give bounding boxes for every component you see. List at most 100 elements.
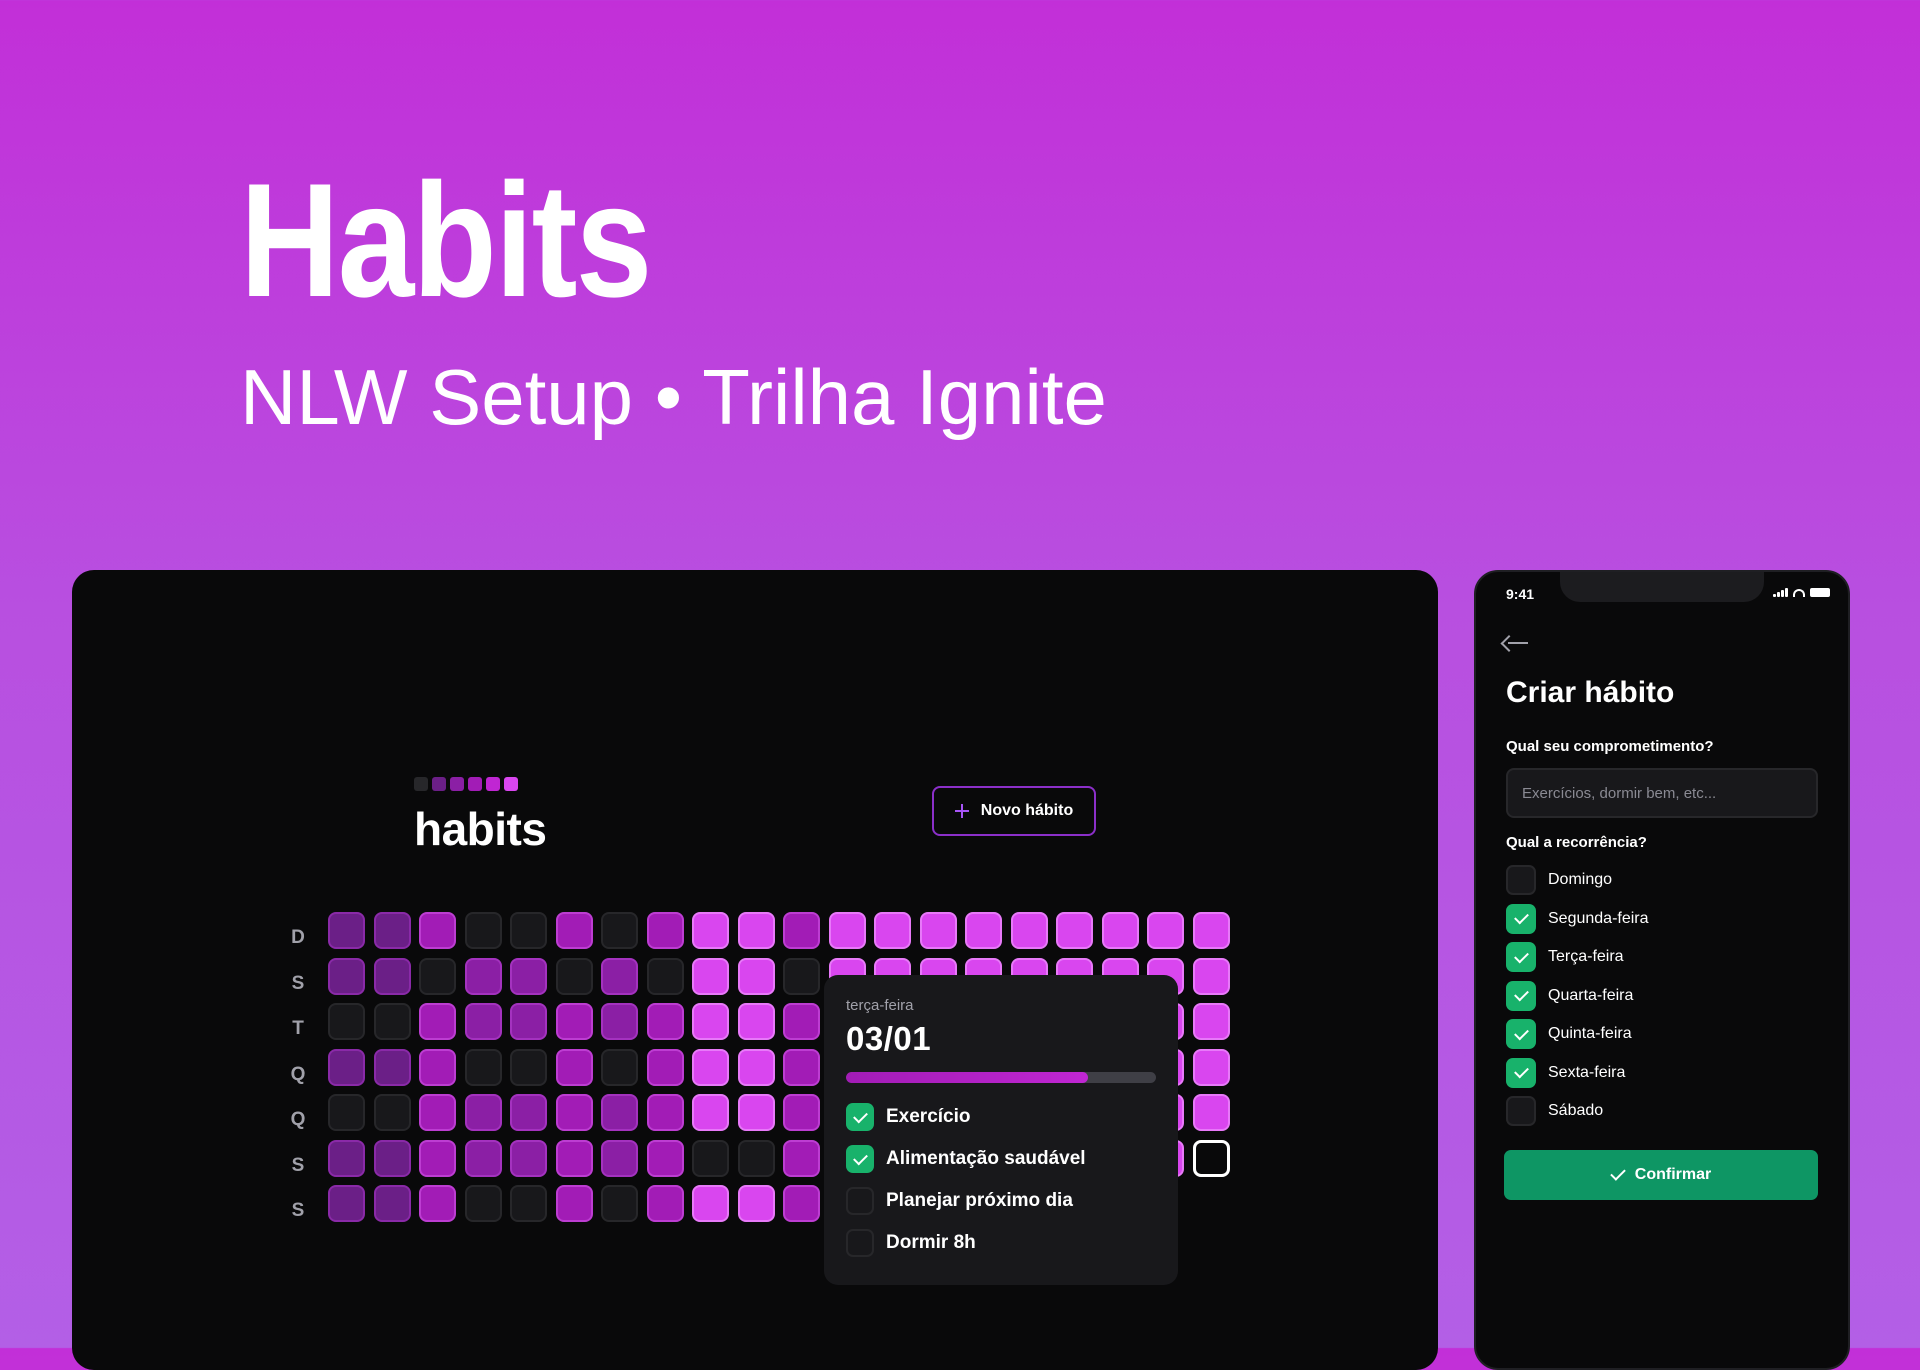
day-cell[interactable] xyxy=(737,1003,775,1040)
day-cell[interactable] xyxy=(737,1048,775,1086)
day-cell[interactable] xyxy=(419,1048,456,1086)
popover-habit-item[interactable]: Dormir 8h xyxy=(846,1229,1156,1257)
day-cell[interactable] xyxy=(965,912,1002,949)
day-cell[interactable] xyxy=(737,1139,775,1177)
day-cell[interactable] xyxy=(783,1048,820,1086)
day-cell[interactable] xyxy=(601,957,638,995)
weekday-checkbox[interactable] xyxy=(1506,1057,1536,1088)
day-cell[interactable] xyxy=(601,1185,638,1222)
day-cell[interactable] xyxy=(419,1139,456,1177)
day-cell[interactable] xyxy=(919,912,957,949)
day-cell[interactable] xyxy=(646,1003,684,1040)
day-cell[interactable] xyxy=(692,1185,729,1222)
weekday-checkbox[interactable] xyxy=(1506,865,1536,895)
day-cell[interactable] xyxy=(692,1094,729,1131)
day-cell[interactable] xyxy=(510,1048,547,1086)
day-cell[interactable] xyxy=(783,1139,820,1177)
day-cell[interactable] xyxy=(328,1185,365,1222)
day-cell[interactable] xyxy=(464,957,502,995)
day-cell[interactable] xyxy=(737,912,775,949)
day-cell[interactable] xyxy=(328,1139,365,1177)
day-cell[interactable] xyxy=(737,1094,775,1131)
day-cell[interactable] xyxy=(464,1048,502,1086)
back-arrow-icon[interactable] xyxy=(1500,634,1530,652)
day-cell[interactable] xyxy=(783,1003,820,1040)
day-cell[interactable] xyxy=(646,1139,684,1177)
day-cell[interactable] xyxy=(419,1094,456,1131)
day-cell[interactable] xyxy=(373,1139,411,1177)
day-cell[interactable] xyxy=(328,1003,365,1040)
day-cell[interactable] xyxy=(419,1185,456,1222)
day-cell[interactable] xyxy=(601,1139,638,1177)
day-cell[interactable] xyxy=(419,1003,456,1040)
day-cell[interactable] xyxy=(1192,1003,1230,1040)
day-cell[interactable] xyxy=(601,1048,638,1086)
weekday-option[interactable]: Domingo xyxy=(1506,865,1612,895)
day-cell[interactable] xyxy=(783,957,820,995)
day-cell[interactable] xyxy=(692,1139,729,1177)
day-cell[interactable] xyxy=(1192,957,1230,995)
day-cell[interactable] xyxy=(510,1185,547,1222)
day-cell[interactable] xyxy=(737,957,775,995)
day-cell[interactable] xyxy=(828,912,866,949)
day-cell[interactable] xyxy=(646,1094,684,1131)
day-cell[interactable] xyxy=(510,912,547,949)
day-cell[interactable] xyxy=(328,1094,365,1131)
day-cell[interactable] xyxy=(464,1094,502,1131)
weekday-option[interactable]: Quarta-feira xyxy=(1506,980,1633,1011)
day-cell[interactable] xyxy=(601,1094,638,1131)
weekday-checkbox[interactable] xyxy=(1506,1019,1536,1049)
day-cell[interactable] xyxy=(1101,912,1139,949)
day-cell[interactable] xyxy=(328,1048,365,1086)
day-cell[interactable] xyxy=(646,957,684,995)
day-cell[interactable] xyxy=(510,1139,547,1177)
day-cell[interactable] xyxy=(601,912,638,949)
day-cell[interactable] xyxy=(464,912,502,949)
day-cell[interactable] xyxy=(646,1185,684,1222)
habit-checkbox[interactable] xyxy=(846,1103,874,1131)
day-cell[interactable] xyxy=(1192,912,1230,949)
weekday-checkbox[interactable] xyxy=(1506,980,1536,1011)
day-cell[interactable] xyxy=(328,912,365,949)
day-cell[interactable] xyxy=(601,1003,638,1040)
day-cell[interactable] xyxy=(646,912,684,949)
day-cell[interactable] xyxy=(737,1185,775,1222)
day-cell[interactable] xyxy=(555,1139,593,1177)
day-cell[interactable] xyxy=(783,1094,820,1131)
day-cell[interactable] xyxy=(1147,912,1184,949)
day-cell[interactable] xyxy=(783,1185,820,1222)
day-cell[interactable] xyxy=(1010,912,1048,949)
weekday-checkbox[interactable] xyxy=(1506,1096,1536,1126)
weekday-option[interactable]: Sábado xyxy=(1506,1096,1603,1126)
weekday-option[interactable]: Quinta-feira xyxy=(1506,1019,1632,1049)
day-cell[interactable] xyxy=(373,1048,411,1086)
day-cell[interactable] xyxy=(555,1003,593,1040)
weekday-option[interactable]: Terça-feira xyxy=(1506,942,1624,972)
popover-habit-item[interactable]: Alimentação saudável xyxy=(846,1145,1156,1173)
day-cell-today[interactable] xyxy=(1192,1139,1230,1177)
day-cell[interactable] xyxy=(783,912,820,949)
day-cell[interactable] xyxy=(328,957,365,995)
habit-checkbox[interactable] xyxy=(846,1229,874,1257)
day-cell[interactable] xyxy=(692,912,729,949)
day-cell[interactable] xyxy=(464,1003,502,1040)
day-cell[interactable] xyxy=(692,957,729,995)
day-cell[interactable] xyxy=(510,1003,547,1040)
day-cell[interactable] xyxy=(692,1003,729,1040)
day-cell[interactable] xyxy=(373,957,411,995)
day-cell[interactable] xyxy=(692,1048,729,1086)
weekday-checkbox[interactable] xyxy=(1506,903,1536,934)
day-cell[interactable] xyxy=(555,957,593,995)
confirm-button[interactable]: Confirmar xyxy=(1504,1150,1818,1200)
day-cell[interactable] xyxy=(555,912,593,949)
day-cell[interactable] xyxy=(373,1094,411,1131)
day-cell[interactable] xyxy=(1192,1048,1230,1086)
weekday-checkbox[interactable] xyxy=(1506,942,1536,972)
day-cell[interactable] xyxy=(419,957,456,995)
habit-title-input[interactable] xyxy=(1506,768,1818,818)
popover-habit-item[interactable]: Planejar próximo dia xyxy=(846,1187,1156,1215)
day-cell[interactable] xyxy=(1056,912,1093,949)
popover-habit-item[interactable]: Exercício xyxy=(846,1103,1156,1131)
day-cell[interactable] xyxy=(1192,1094,1230,1131)
day-cell[interactable] xyxy=(510,957,547,995)
